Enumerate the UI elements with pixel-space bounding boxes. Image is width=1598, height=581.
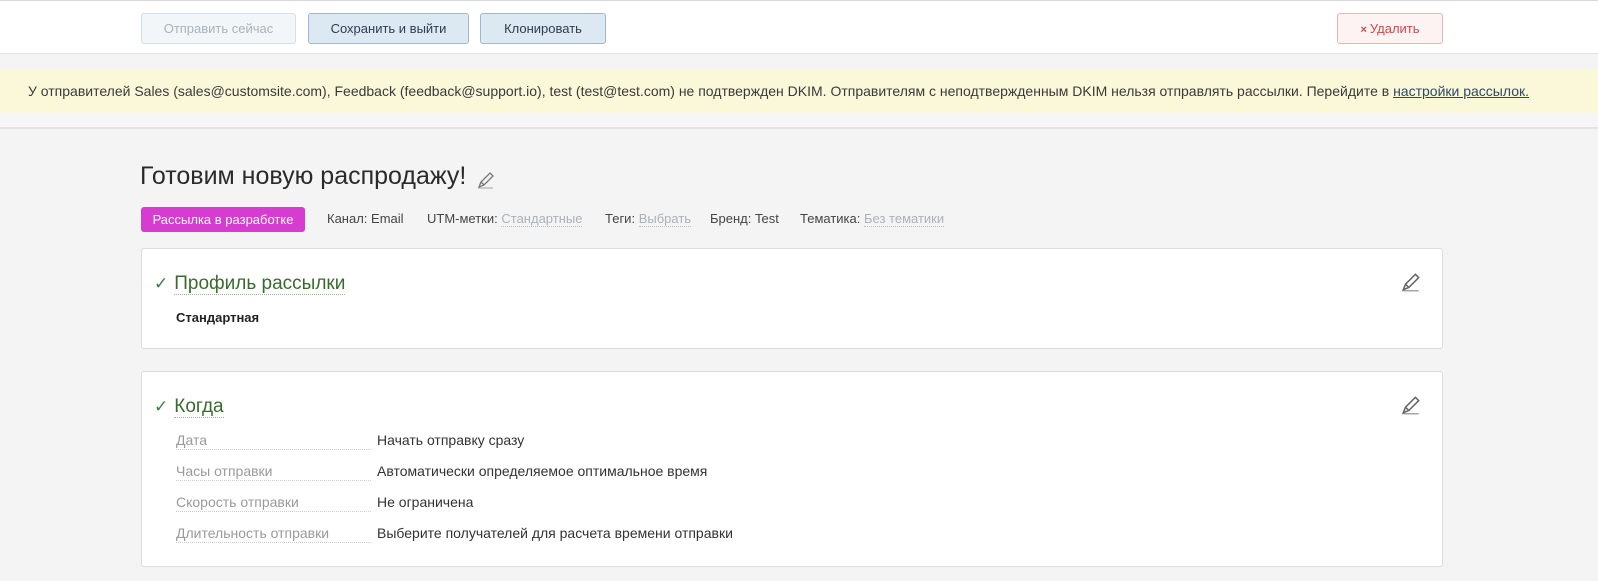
profile-card: ✓ Профиль рассылки Стандартная [141, 248, 1443, 349]
row-value: Автоматически определяемое оптимальное в… [377, 463, 708, 479]
when-card: ✓ Когда Дата Начать отправку сразу Часы о… [141, 371, 1443, 567]
when-title[interactable]: Когда [174, 396, 224, 418]
profile-value: Стандартная [176, 310, 260, 325]
topic-meta: Тематика: Без тематики [800, 211, 945, 227]
when-row: Длительность отправки Выберите получател… [176, 525, 776, 545]
channel-meta: Канал: Email [327, 211, 404, 226]
row-label: Скорость отправки [176, 494, 303, 510]
delete-label: Удалить [1369, 21, 1420, 36]
separator-band [0, 113, 1598, 129]
top-toolbar: Отправить сейчас Сохранить и выйти Клони… [0, 0, 1598, 54]
row-label: Дата [176, 432, 212, 448]
utm-link[interactable]: Стандартные [501, 211, 583, 227]
tags-meta: Теги: Выбрать [605, 211, 692, 227]
clone-button[interactable]: Клонировать [480, 13, 606, 44]
brand-meta: Бренд: Test [710, 211, 779, 226]
row-label: Длительность отправки [176, 525, 334, 541]
topic-link[interactable]: Без тематики [863, 211, 945, 227]
channel-value: Email [371, 211, 404, 226]
banner-text: У отправителей Sales (sales@customsite.c… [28, 83, 1394, 99]
brand-label: Бренд: [710, 211, 752, 226]
profile-card-header: ✓ Профиль рассылки [154, 273, 346, 297]
status-badge: Рассылка в разработке [141, 207, 305, 232]
utm-label: UTM-метки: [427, 211, 498, 226]
mailing-settings-link[interactable]: настройки рассылок. [1393, 83, 1529, 99]
row-value: Выберите получателей для расчета времени… [377, 525, 733, 541]
send-now-button[interactable]: Отправить сейчас [141, 13, 296, 44]
profile-title[interactable]: Профиль рассылки [174, 273, 346, 295]
dkim-warning-banner: У отправителей Sales (sales@customsite.c… [0, 69, 1598, 113]
pencil-icon[interactable] [1400, 271, 1422, 293]
tags-link[interactable]: Выбрать [638, 211, 692, 227]
topic-label: Тематика: [800, 211, 861, 226]
check-icon: ✓ [154, 397, 169, 416]
utm-meta: UTM-метки: Стандартные [427, 211, 583, 227]
channel-label: Канал: [327, 211, 368, 226]
check-icon: ✓ [154, 274, 169, 293]
brand-value: Test [755, 211, 779, 226]
save-and-exit-button[interactable]: Сохранить и выйти [308, 13, 469, 44]
row-value: Начать отправку сразу [377, 432, 525, 448]
when-row: Часы отправки Автоматически определяемое… [176, 463, 776, 483]
pencil-icon[interactable] [1400, 394, 1422, 416]
tags-label: Теги: [605, 211, 636, 226]
pencil-icon[interactable] [476, 170, 496, 190]
when-row: Скорость отправки Не ограничена [176, 494, 776, 514]
when-row: Дата Начать отправку сразу [176, 432, 776, 452]
delete-button[interactable]: × Удалить [1337, 13, 1443, 44]
row-value: Не ограничена [377, 494, 474, 510]
row-label: Часы отправки [176, 463, 277, 479]
when-card-header: ✓ Когда [154, 396, 224, 420]
page-title: Готовим новую распродажу! [140, 162, 467, 190]
close-icon: × [1360, 24, 1367, 36]
